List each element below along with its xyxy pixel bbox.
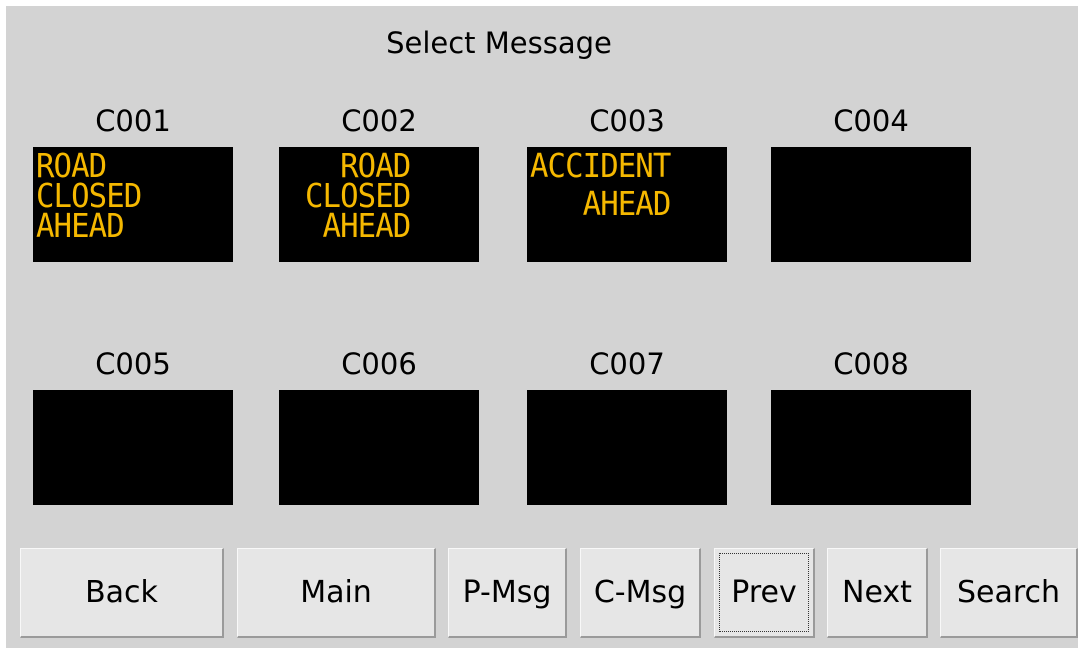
message-sign-preview[interactable]: ROAD CLOSED AHEAD	[279, 147, 479, 262]
sign-line-3	[530, 466, 710, 504]
sign-line-2	[282, 428, 462, 466]
message-sign-preview[interactable]	[527, 390, 727, 505]
sign-line-2	[36, 428, 216, 466]
main-button[interactable]: Main	[237, 548, 436, 638]
sign-line-3	[774, 223, 954, 261]
message-select-screen: Select Message C001 ROAD CLOSED AHEAD C0…	[6, 6, 1078, 648]
message-label: C008	[833, 347, 909, 381]
search-button[interactable]: Search	[940, 548, 1078, 638]
sign-line-3	[530, 223, 710, 261]
message-sign-preview[interactable]	[771, 390, 971, 505]
p-msg-button[interactable]: P-Msg	[448, 548, 567, 638]
message-label: C005	[95, 347, 171, 381]
message-label: C003	[589, 104, 665, 138]
sign-line-3: AHEAD	[305, 206, 412, 245]
message-label: C006	[341, 347, 417, 381]
sign-line-1	[774, 147, 954, 185]
sign-line-2	[774, 428, 954, 466]
sign-line-1: ACCIDENT	[530, 147, 671, 185]
sign-line-1	[774, 390, 954, 428]
back-button[interactable]: Back	[20, 548, 224, 638]
message-sign-preview[interactable]	[33, 390, 233, 505]
message-label: C007	[589, 347, 665, 381]
message-sign-preview[interactable]: ROAD CLOSED AHEAD	[33, 147, 233, 262]
sign-line-1	[36, 390, 216, 428]
sign-line-2: AHEAD	[530, 184, 672, 223]
message-sign-preview[interactable]	[279, 390, 479, 505]
sign-line-2	[774, 185, 954, 223]
sign-line-3	[36, 466, 216, 504]
sign-line-1	[282, 390, 462, 428]
c-msg-button[interactable]: C-Msg	[580, 548, 701, 638]
sign-line-3	[282, 466, 462, 504]
sign-line-1	[530, 390, 710, 428]
sign-line-2	[530, 428, 710, 466]
message-label: C004	[833, 104, 909, 138]
message-sign-preview[interactable]	[771, 147, 971, 262]
prev-button[interactable]: Prev	[714, 548, 815, 638]
message-label: C001	[95, 104, 171, 138]
message-sign-preview[interactable]: ACCIDENT AHEAD	[527, 147, 727, 262]
sign-line-3: AHEAD	[36, 206, 125, 245]
next-button[interactable]: Next	[827, 548, 928, 638]
message-label: C002	[341, 104, 417, 138]
sign-line-3	[774, 466, 954, 504]
page-title: Select Message	[386, 26, 612, 60]
